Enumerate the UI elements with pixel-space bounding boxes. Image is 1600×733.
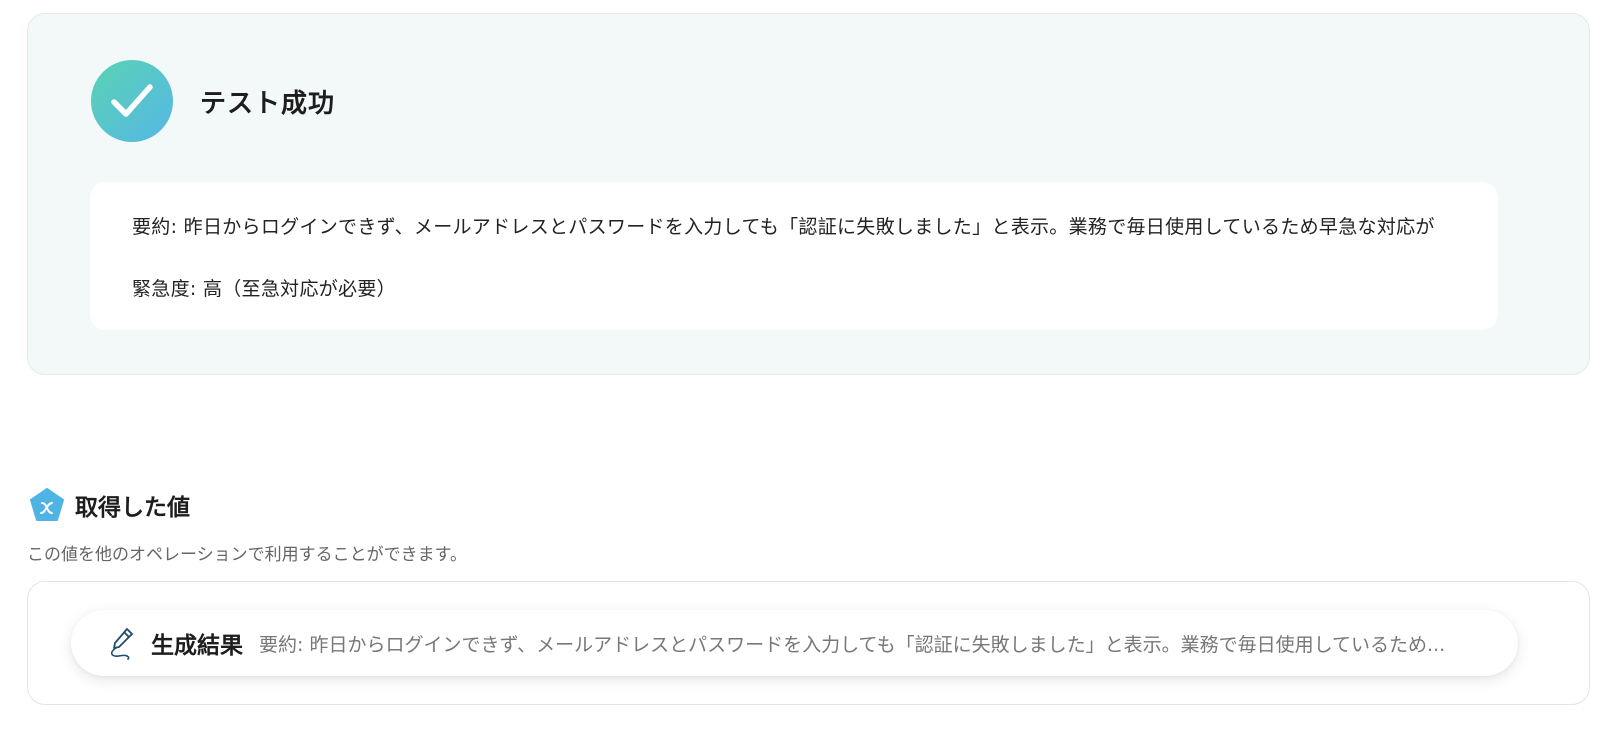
variable-pentagon-icon (30, 488, 64, 521)
output-urgency-line: 緊急度: 高（至急対応が必要） (132, 278, 396, 300)
obtained-values-description: この値を他のオペレーションで利用することができます。 (27, 545, 467, 565)
test-status-title: テスト成功 (200, 89, 336, 119)
test-result-panel: テスト成功 要約: 昨日からログインできず、メールアドレスとパスワードを入力して… (27, 13, 1590, 375)
pen-icon (110, 628, 133, 660)
check-circle-icon (91, 60, 173, 142)
value-chip-generated-result[interactable]: 生成結果 要約: 昨日からログインできず、メールアドレスとパスワードを入力しても… (71, 610, 1518, 676)
test-output-box: 要約: 昨日からログインできず、メールアドレスとパスワードを入力しても「認証に失… (90, 182, 1498, 330)
value-chip-label: 生成結果 (151, 633, 243, 659)
obtained-values-panel: 生成結果 要約: 昨日からログインできず、メールアドレスとパスワードを入力しても… (27, 581, 1590, 705)
value-chip-text: 要約: 昨日からログインできず、メールアドレスとパスワードを入力しても「認証に失… (259, 633, 1446, 656)
output-summary-line: 要約: 昨日からログインできず、メールアドレスとパスワードを入力しても「認証に失… (132, 216, 1435, 238)
obtained-values-title: 取得した値 (75, 495, 190, 521)
obtained-values-header: 取得した値 (29, 487, 190, 523)
